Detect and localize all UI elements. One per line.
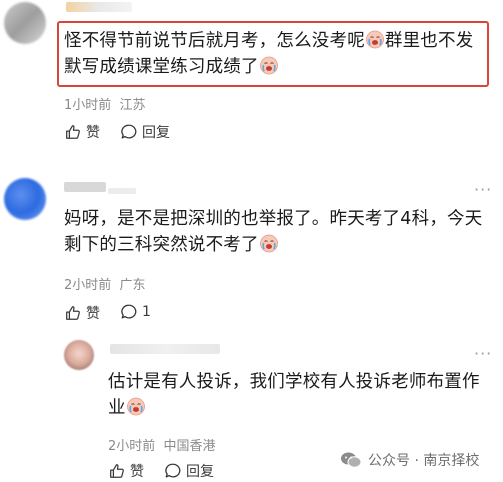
thumbs-up-icon bbox=[64, 123, 82, 141]
reply-location: 中国香港 bbox=[163, 439, 216, 454]
reply-line-2: 业 bbox=[108, 395, 480, 421]
crying-emoji-icon bbox=[365, 29, 385, 49]
reply-button[interactable]: 回复 bbox=[120, 122, 170, 142]
comment-location: 江苏 bbox=[119, 98, 146, 113]
reply-count: 1 bbox=[142, 304, 151, 320]
comment-meta: 2小时前 广东 bbox=[64, 274, 146, 293]
more-options-button[interactable]: ··· bbox=[474, 180, 492, 199]
comment-icon bbox=[120, 303, 138, 321]
like-button[interactable]: 赞 bbox=[64, 122, 100, 142]
username-blurred[interactable] bbox=[64, 182, 106, 192]
comment-text: 怪不得节前说节后就月考，怎么没考呢 群里也不发 默写成绩课堂练习成绩了 bbox=[64, 28, 473, 80]
thumbs-up-icon bbox=[64, 304, 82, 322]
crying-emoji-icon bbox=[126, 396, 146, 416]
wechat-icon bbox=[341, 452, 362, 468]
reply-button[interactable]: 回复 bbox=[164, 461, 214, 481]
comment-meta: 1小时前 江苏 bbox=[64, 94, 146, 113]
like-button[interactable]: 赞 bbox=[108, 461, 144, 481]
comment-line-1: 怪不得节前说节后就月考，怎么没考呢 群里也不发 bbox=[64, 29, 474, 51]
avatar[interactable] bbox=[4, 2, 46, 44]
comment-line-2: 默写成绩课堂练习成绩了 bbox=[64, 54, 473, 80]
comment-time: 2小时前 bbox=[64, 278, 112, 293]
reply-text: 估计是有人投诉，我们学校有人投诉老师布置作 业 bbox=[108, 369, 480, 421]
comment-text: 妈呀，是不是把深圳的也举报了。昨天考了4科，今天 剩下的三科突然说不考了 bbox=[64, 206, 482, 258]
comment-line-2: 剩下的三科突然说不考了 bbox=[64, 232, 482, 258]
reply-meta: 2小时前 中国香港 bbox=[108, 435, 216, 454]
comment-location: 广东 bbox=[119, 278, 146, 293]
username-blurred[interactable] bbox=[108, 188, 136, 194]
reply-line-1: 估计是有人投诉，我们学校有人投诉老师布置作 bbox=[108, 372, 480, 392]
thumbs-up-icon bbox=[108, 462, 126, 480]
crying-emoji-icon bbox=[259, 55, 279, 75]
reply-time: 2小时前 bbox=[108, 439, 156, 454]
like-button[interactable]: 赞 bbox=[64, 303, 100, 323]
username-blurred[interactable] bbox=[110, 344, 220, 354]
comment-line-1: 妈呀，是不是把深圳的也举报了。昨天考了4科，今天 bbox=[64, 209, 483, 229]
watermark: 公众号 · 南京择校 bbox=[340, 450, 479, 470]
watermark-text: 公众号 · 南京择校 bbox=[368, 453, 480, 469]
username-blurred[interactable] bbox=[66, 2, 132, 12]
comment-time: 1小时前 bbox=[64, 98, 112, 113]
comment-icon bbox=[164, 462, 182, 480]
reply-button[interactable]: 1 bbox=[120, 303, 151, 321]
avatar[interactable] bbox=[64, 340, 94, 370]
comment-icon bbox=[120, 123, 138, 141]
more-options-button[interactable]: ··· bbox=[474, 344, 492, 363]
avatar[interactable] bbox=[4, 178, 46, 220]
crying-emoji-icon bbox=[259, 233, 279, 253]
